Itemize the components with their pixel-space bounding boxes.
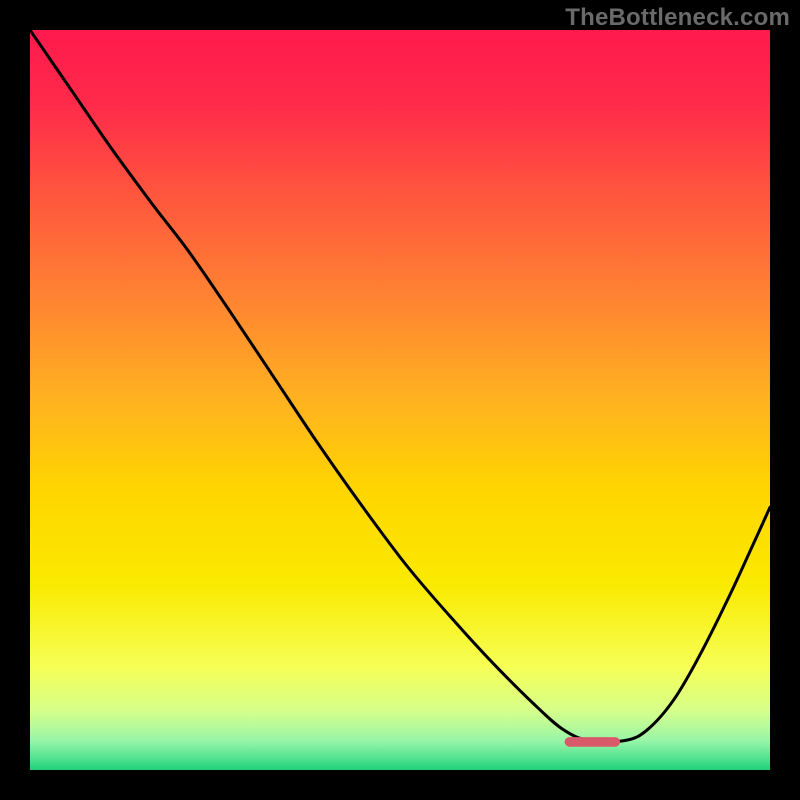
plot-svg	[30, 30, 770, 770]
gradient-background	[30, 30, 770, 770]
stage: TheBottleneck.com	[0, 0, 800, 800]
plot-area	[30, 30, 770, 770]
watermark-text: TheBottleneck.com	[565, 4, 790, 32]
optimum-marker	[565, 737, 621, 747]
